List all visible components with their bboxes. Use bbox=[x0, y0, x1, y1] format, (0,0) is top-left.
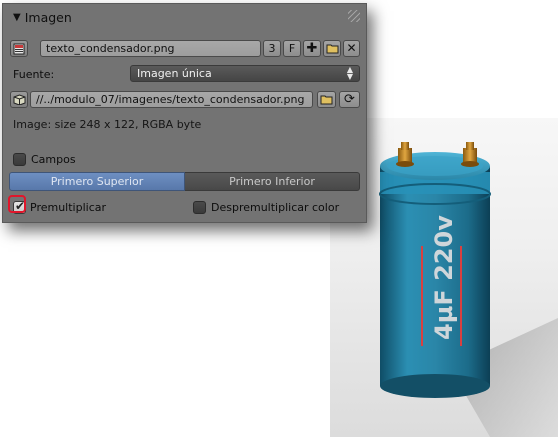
image-name-field[interactable]: texto_condensador.png bbox=[40, 40, 261, 57]
filepath-field[interactable]: //../modulo_07/imagenes/texto_condensado… bbox=[30, 91, 313, 108]
package-icon bbox=[13, 94, 25, 105]
source-label: Fuente: bbox=[13, 68, 55, 81]
folder-icon bbox=[326, 44, 338, 54]
unpremultiply-label: Despremultiplicar color bbox=[211, 201, 340, 214]
fake-user-button[interactable]: F bbox=[283, 40, 301, 57]
panel-title: Imagen bbox=[24, 9, 72, 25]
premultiply-highlight bbox=[8, 195, 26, 213]
source-dropdown-value: Imagen única bbox=[137, 67, 212, 80]
unpremultiply-checkbox[interactable] bbox=[193, 201, 206, 214]
field-order-upper-button[interactable]: Primero Superior bbox=[9, 172, 185, 191]
folder-icon bbox=[320, 95, 333, 105]
reload-icon: ⟳ bbox=[344, 92, 355, 107]
image-properties-panel: ▼ Imagen texto_condensador.png 3 F ✚ ✕ F… bbox=[2, 3, 367, 223]
drag-grip-icon[interactable] bbox=[348, 10, 360, 22]
close-icon: ✕ bbox=[346, 41, 357, 55]
terminal-right bbox=[461, 142, 479, 167]
users-count-button[interactable]: 3 bbox=[263, 40, 281, 57]
fields-checkbox[interactable] bbox=[13, 153, 26, 166]
field-order-lower-button[interactable]: Primero Inferior bbox=[185, 172, 360, 191]
image-browse-button[interactable] bbox=[10, 40, 28, 57]
open-image-button[interactable] bbox=[323, 40, 341, 57]
plus-icon: ✚ bbox=[306, 41, 318, 56]
unlink-image-button[interactable]: ✕ bbox=[343, 40, 360, 57]
premultiply-label: Premultiplicar bbox=[30, 201, 107, 214]
source-dropdown[interactable]: Imagen única ▲ ▼ bbox=[130, 65, 360, 82]
panel-header[interactable]: ▼ Imagen bbox=[3, 4, 366, 30]
collapse-triangle-icon[interactable]: ▼ bbox=[13, 12, 21, 23]
reload-button[interactable]: ⟳ bbox=[339, 91, 360, 108]
terminal-left bbox=[396, 142, 414, 167]
image-icon bbox=[13, 43, 25, 54]
capacitor-label-text: 4µF 220v bbox=[430, 215, 458, 340]
browse-file-button[interactable] bbox=[317, 91, 336, 108]
fields-label: Campos bbox=[31, 153, 76, 166]
image-info-text: Image: size 248 x 122, RGBA byte bbox=[13, 118, 202, 131]
dropdown-arrows-icon: ▲ ▼ bbox=[346, 65, 353, 81]
capacitor-bottom bbox=[380, 374, 490, 398]
new-image-button[interactable]: ✚ bbox=[303, 40, 321, 57]
pack-button[interactable] bbox=[10, 91, 28, 108]
